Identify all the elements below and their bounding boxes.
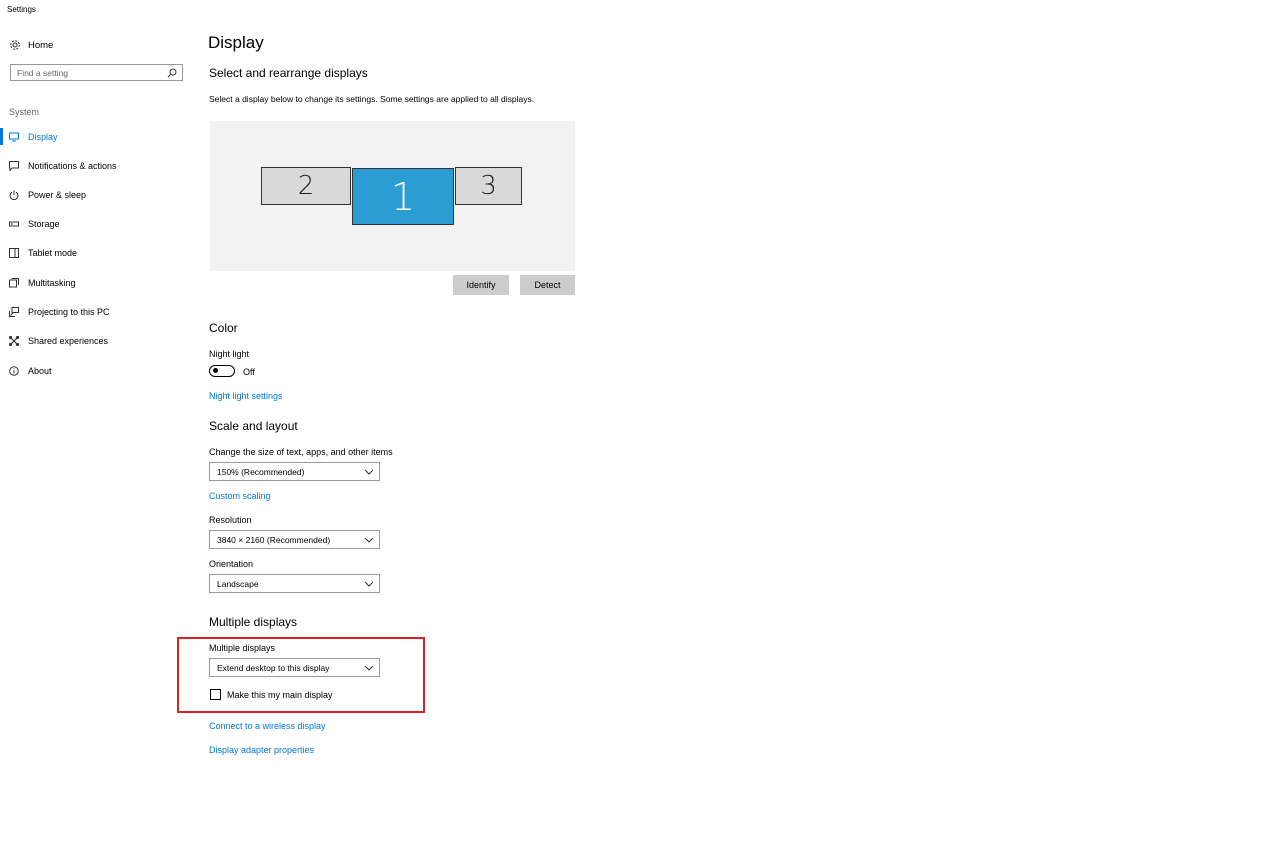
sidebar-item-storage[interactable]: Storage — [0, 217, 190, 231]
shared-experiences-icon — [9, 336, 19, 346]
night-light-state: Off — [243, 367, 255, 377]
monitor-2[interactable]: 2 — [261, 167, 351, 205]
sidebar-item-display[interactable]: Display — [0, 128, 190, 145]
search-box[interactable] — [10, 64, 183, 81]
chevron-down-icon — [364, 580, 374, 588]
dropdown-value: Extend desktop to this display — [217, 662, 330, 673]
sidebar: Home System Display Notifications & acti… — [0, 0, 196, 853]
sidebar-item-label: Shared experiences — [28, 336, 109, 346]
monitor-3[interactable]: 3 — [455, 167, 522, 205]
multitasking-icon — [9, 278, 19, 288]
monitor-1[interactable]: 1 — [352, 168, 454, 225]
section-heading-scale: Scale and layout — [209, 419, 298, 433]
sidebar-item-power-sleep[interactable]: Power & sleep — [0, 188, 190, 202]
dropdown-value: 3840 × 2160 (Recommended) — [217, 534, 331, 545]
resolution-dropdown[interactable]: 3840 × 2160 (Recommended) — [209, 530, 380, 549]
sidebar-item-about[interactable]: About — [0, 364, 190, 378]
power-icon — [9, 190, 19, 200]
sidebar-item-projecting[interactable]: Projecting to this PC — [0, 305, 190, 319]
active-indicator — [0, 128, 3, 145]
sidebar-item-label: Notifications & actions — [28, 161, 117, 171]
main-display-checkbox[interactable] — [210, 689, 221, 700]
sidebar-item-label: Tablet mode — [28, 248, 78, 258]
chevron-down-icon — [364, 536, 374, 544]
sidebar-item-shared-experiences[interactable]: Shared experiences — [0, 334, 190, 348]
sidebar-item-label: Projecting to this PC — [28, 307, 110, 317]
sidebar-item-multitasking[interactable]: Multitasking — [0, 276, 190, 290]
sidebar-item-label: Multitasking — [28, 278, 76, 288]
resolution-label: Resolution — [209, 515, 252, 525]
chevron-down-icon — [364, 468, 374, 476]
multiple-displays-label: Multiple displays — [209, 643, 276, 653]
main-display-label: Make this my main display — [227, 690, 333, 700]
multiple-displays-dropdown[interactable]: Extend desktop to this display — [209, 658, 380, 677]
sidebar-item-label: Display — [28, 132, 58, 142]
scale-size-label: Change the size of text, apps, and other… — [209, 447, 393, 457]
sidebar-item-label: Power & sleep — [28, 190, 87, 200]
detect-button[interactable]: Detect — [520, 275, 575, 295]
section-heading-arrange: Select and rearrange displays — [209, 66, 368, 80]
night-light-settings-link[interactable]: Night light settings — [209, 391, 283, 401]
section-heading-color: Color — [209, 321, 238, 335]
sidebar-item-tablet-mode[interactable]: Tablet mode — [0, 246, 190, 260]
display-adapter-link[interactable]: Display adapter properties — [209, 745, 314, 755]
home-label: Home — [28, 39, 54, 51]
dropdown-value: Landscape — [217, 578, 259, 589]
sidebar-item-label: Storage — [28, 219, 60, 229]
section-label-system: System — [9, 107, 40, 117]
toggle-knob — [213, 368, 218, 373]
monitor-number: 2 — [297, 171, 315, 201]
orientation-dropdown[interactable]: Landscape — [209, 574, 380, 593]
monitor-number: 1 — [390, 174, 416, 219]
tablet-icon — [9, 248, 19, 258]
night-light-toggle[interactable] — [209, 365, 235, 377]
gear-icon — [9, 39, 21, 51]
wireless-display-link[interactable]: Connect to a wireless display — [209, 721, 326, 731]
scale-dropdown[interactable]: 150% (Recommended) — [209, 462, 380, 481]
dropdown-value: 150% (Recommended) — [217, 466, 305, 477]
storage-icon — [9, 219, 19, 229]
identify-button[interactable]: Identify — [453, 275, 509, 295]
display-arrangement-area: 2 1 3 — [210, 121, 575, 271]
chevron-down-icon — [364, 664, 374, 672]
custom-scaling-link[interactable]: Custom scaling — [209, 491, 271, 501]
search-input[interactable] — [11, 65, 167, 80]
monitor-icon — [9, 132, 19, 142]
night-light-label: Night light — [209, 349, 250, 359]
orientation-label: Orientation — [209, 559, 254, 569]
projecting-icon — [9, 307, 19, 317]
section-heading-multiple-displays: Multiple displays — [209, 615, 298, 629]
monitor-number: 3 — [480, 171, 497, 201]
page-title: Display — [208, 33, 264, 52]
search-icon[interactable] — [167, 68, 177, 78]
info-icon — [9, 366, 19, 376]
arrange-description: Select a display below to change its set… — [209, 94, 535, 104]
home-button[interactable]: Home — [9, 38, 53, 52]
sidebar-item-notifications[interactable]: Notifications & actions — [0, 159, 190, 173]
sidebar-item-label: About — [28, 366, 52, 376]
notification-icon — [9, 161, 19, 171]
